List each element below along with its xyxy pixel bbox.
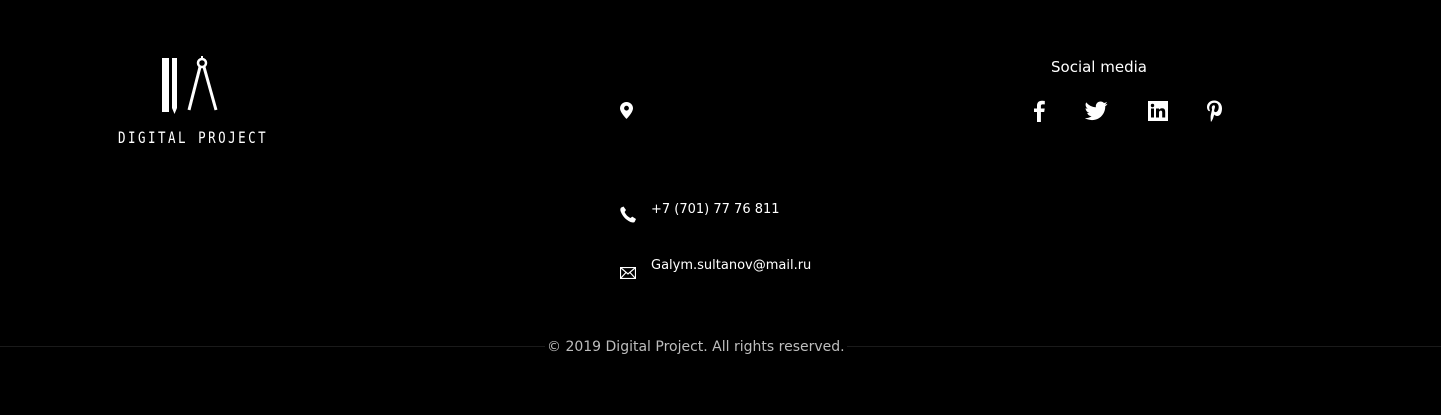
brand-logo[interactable]: DIGITAL PROJECT [118,56,269,152]
ruler-compass-logo-icon [162,56,218,114]
map-pin-icon [620,102,633,119]
twitter-icon[interactable] [1085,100,1108,122]
email-link[interactable]: Galym.sultanov@mail.ru [651,258,811,273]
social-media-title: Social media [1051,58,1147,76]
facebook-icon[interactable] [1033,100,1047,122]
pinterest-icon[interactable] [1206,100,1222,122]
phone-number[interactable]: +7 (701) 77 76 811 [651,202,780,217]
envelope-icon [620,267,636,279]
copyright-text: © 2019 Digital Project. All rights reser… [545,339,847,355]
linkedin-icon[interactable] [1147,100,1169,122]
phone-icon [620,206,636,223]
brand-name: DIGITAL PROJECT [118,128,269,147]
